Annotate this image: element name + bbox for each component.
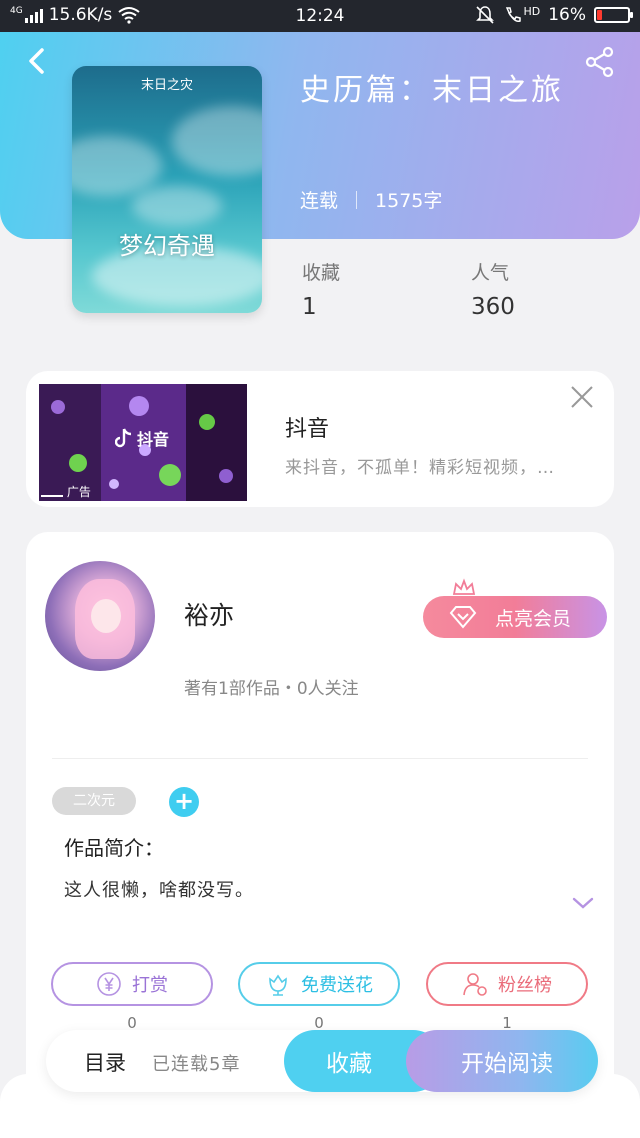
favorite-button-label: 收藏 [326, 1051, 372, 1077]
battery-percent: 16% [548, 5, 586, 25]
ad-badge: 广告 [41, 483, 91, 500]
toc-button[interactable]: 目录 [84, 1047, 126, 1077]
vip-button-label: 点亮会员 [495, 607, 572, 630]
ad-bars-icon [41, 489, 63, 497]
call-hd-icon [506, 7, 522, 22]
serial-status: 连载 [300, 190, 339, 212]
book-cover[interactable]: 末日之灾 梦幻奇遇 [72, 66, 262, 313]
reward-label: 打赏 [132, 975, 168, 996]
meta-divider [356, 190, 358, 209]
author-avatar[interactable] [45, 561, 155, 671]
battery-icon [594, 7, 633, 23]
ad-brand: 抖音 [115, 426, 169, 450]
hd-badge: HD [523, 4, 541, 18]
add-tag-button[interactable]: + [169, 787, 199, 817]
fans-rank-button[interactable]: 粉丝榜 [426, 962, 588, 1006]
ad-close-button[interactable] [570, 385, 594, 409]
divider [52, 758, 588, 759]
ad-thumbnail[interactable]: 抖音 广告 [39, 384, 247, 501]
popularity-value: 360 [471, 294, 515, 320]
cover-main-title: 梦幻奇遇 [119, 232, 215, 260]
fans-rank-label: 粉丝榜 [498, 975, 552, 996]
start-reading-label: 开始阅读 [461, 1051, 553, 1077]
diamond-icon [449, 606, 477, 629]
author-name[interactable]: 裕亦 [184, 596, 234, 632]
favorites-value: 1 [302, 294, 317, 320]
status-bar: 4G 15.6K/s 12:24 HD 16% [0, 0, 640, 32]
cover-top-title: 末日之灾 [140, 78, 193, 93]
ad-brand-text: 抖音 [137, 430, 170, 449]
user-rank-icon [463, 973, 487, 996]
battery-fill [597, 10, 602, 20]
send-flower-label: 免费送花 [301, 975, 373, 996]
bottom-action-bar: 目录 已连载5章 收藏 开始阅读 [46, 1030, 598, 1092]
status-right: HD 16% [475, 4, 633, 25]
ad-description: 来抖音，不孤单！精彩短视频，… [285, 458, 555, 478]
genre-tag[interactable]: 二次元 [52, 787, 136, 815]
send-flower-button[interactable]: 免费送花 [238, 962, 400, 1006]
word-count: 1575字 [375, 190, 443, 212]
reward-button[interactable]: 打赏 [51, 962, 213, 1006]
intro-label: 作品简介： [64, 836, 164, 860]
yen-icon [97, 972, 121, 996]
toc-status: 已连载5章 [152, 1054, 241, 1075]
ad-label: 广告 [66, 485, 91, 499]
popularity-label: 人气 [471, 262, 510, 284]
author-summary: 著有1部作品・0人关注 [184, 679, 359, 699]
chevron-down-icon[interactable] [571, 894, 595, 912]
book-meta: 连载 1575字 [300, 186, 442, 213]
intro-text: 这人很懒，啥都没写。 [64, 880, 254, 901]
start-reading-button[interactable]: 开始阅读 [406, 1030, 598, 1092]
ad-title: 抖音 [285, 417, 330, 442]
vip-button[interactable]: 点亮会员 [423, 596, 607, 638]
book-title: 史历篇：末日之旅 [300, 73, 564, 108]
mute-bell-icon [476, 6, 495, 24]
ad-card[interactable]: 抖音 广告 抖音 来抖音，不孤单！精彩短视频，… [26, 371, 614, 507]
crown-icon [452, 578, 476, 595]
back-button[interactable] [22, 46, 52, 76]
tiktok-logo-icon [115, 428, 132, 448]
flower-icon [269, 974, 287, 996]
favorites-label: 收藏 [302, 262, 341, 284]
